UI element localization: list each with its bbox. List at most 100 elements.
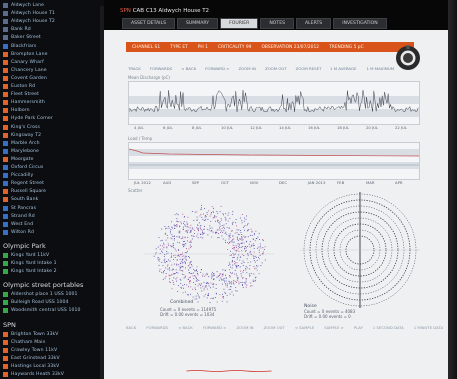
zoom-out-button[interactable]: ZOOM OUT: [265, 66, 287, 71]
scatter-point: [241, 281, 243, 283]
scatter-point: [212, 217, 214, 219]
sidebar-item[interactable]: Woodsmith central USS 1010: [3, 307, 81, 314]
bottom-next-button[interactable]: FORWARD >: [203, 325, 227, 330]
sidebar-item[interactable]: King's Cross: [3, 124, 40, 131]
sidebar-item[interactable]: South Bank: [3, 196, 38, 203]
scatter-point: [159, 270, 161, 272]
sidebar-item[interactable]: Brighton Town 33kV: [3, 331, 59, 338]
scatter-point: [190, 276, 191, 278]
sidebar-item[interactable]: Brompton Lane: [3, 51, 48, 58]
playback-toolbar: BACK FORWARDS < BACK FORWARD > ZOOM IN Z…: [126, 325, 443, 330]
sidebar-item[interactable]: Kings Yard 11kV: [3, 252, 49, 259]
noise-scatter-plot[interactable]: [290, 190, 430, 315]
sidebar-item[interactable]: Chancery Lane: [3, 67, 47, 74]
bottom-zoom-in-button[interactable]: ZOOM IN: [237, 325, 254, 330]
sidebar-item[interactable]: Holborn: [3, 107, 30, 114]
status-swatch-icon: [3, 100, 8, 106]
sidebar-item[interactable]: Hyde Park Corner: [3, 115, 53, 122]
scatter-point: [183, 277, 185, 279]
breadcrumb-mid[interactable]: CAB: [133, 8, 144, 14]
tab-investigation[interactable]: INVESTIGATION: [333, 18, 387, 29]
tab-notes[interactable]: NOTES: [260, 18, 295, 29]
back-button[interactable]: < BACK: [181, 66, 196, 71]
sidebar-item[interactable]: Oxford Circus: [3, 164, 43, 171]
sidebar-item[interactable]: Baker Street: [3, 34, 41, 41]
sidebar-item[interactable]: Bulleigh Road USS 1004: [3, 299, 69, 306]
next-sample-button[interactable]: SAMPLE >: [324, 325, 344, 330]
sidebar-item[interactable]: Wilton Rd: [3, 229, 34, 236]
sidebar-item[interactable]: Blackfriars: [3, 43, 36, 50]
sidebar-item[interactable]: Moorgate: [3, 156, 34, 163]
maximum-toggle[interactable]: 1 M MAXIMUM: [366, 66, 394, 71]
sidebar-item[interactable]: Aldwych Lane: [3, 2, 44, 9]
sidebar-item-label: Hammersmith: [11, 100, 45, 106]
scatter-point: [232, 260, 233, 262]
sidebar-item[interactable]: Haywards Heath 33kV: [3, 371, 64, 378]
average-toggle[interactable]: 1 M AVERAGE: [330, 66, 356, 71]
scatter-point: [167, 243, 169, 245]
bottom-prev-button[interactable]: < BACK: [178, 325, 193, 330]
scatter-point: [253, 251, 255, 253]
sidebar-item[interactable]: Bank Rd: [3, 26, 31, 33]
breadcrumb-num[interactable]: C13: [146, 8, 157, 14]
scatter-point: [233, 280, 235, 282]
scatter-point: [182, 270, 184, 272]
sidebar-item[interactable]: Kingsway T2: [3, 132, 41, 139]
scatter-point: [212, 271, 213, 273]
zoom-reset-button[interactable]: ZOOM RESET: [296, 66, 322, 71]
sidebar-item[interactable]: Marble Arch: [3, 140, 40, 147]
scatter-point: [228, 265, 230, 266]
scatter-point: [167, 252, 169, 254]
tab-summary[interactable]: SUMMARY: [177, 18, 219, 29]
sidebar-item[interactable]: Euston Rd: [3, 83, 35, 90]
sidebar-item[interactable]: Hammersmith: [3, 99, 45, 106]
sidebar-item[interactable]: Regent Street: [3, 180, 44, 187]
zoom-in-button[interactable]: ZOOM IN: [238, 66, 255, 71]
sidebar-item[interactable]: Piccadilly: [3, 172, 33, 179]
sidebar-item[interactable]: Kings Yard Intake 2: [3, 268, 57, 275]
scatter-point: [203, 275, 205, 277]
sidebar-item[interactable]: Marylebone: [3, 148, 39, 155]
tab-asset-details[interactable]: ASSET DETAILS: [122, 18, 176, 29]
sidebar-item[interactable]: East Grinstead 33kV: [3, 355, 60, 362]
sidebar-item[interactable]: West End: [3, 221, 33, 228]
scatter-point: [198, 222, 200, 224]
sidebar-item[interactable]: Aldwych House T1: [3, 10, 55, 17]
bottom-forwards-button[interactable]: FORWARDS: [146, 325, 168, 330]
play-button[interactable]: PLAY: [354, 325, 363, 330]
sidebar-item[interactable]: Aldershot place 1 USS 1001: [3, 291, 78, 298]
sidebar-item[interactable]: Canary Wharf: [3, 59, 44, 66]
bottom-zoom-out-button[interactable]: ZOOM OUT: [264, 325, 285, 330]
sidebar-item[interactable]: Aldwych House T2: [3, 18, 55, 25]
forwards-button[interactable]: FORWARDS: [150, 66, 172, 71]
scatter-point: [243, 270, 244, 271]
scatter-point: [209, 215, 211, 217]
upper-plot[interactable]: [128, 81, 420, 125]
combined-scatter-plot[interactable]: [144, 196, 274, 314]
scatter-point: [211, 230, 212, 232]
tab-fourier[interactable]: FOURIER: [220, 18, 259, 29]
sidebar-item[interactable]: Hastings Local 33kV: [3, 363, 59, 370]
bottom-back-button[interactable]: BACK: [126, 325, 136, 330]
sidebar-item[interactable]: Covent Garden: [3, 75, 47, 82]
sidebar-item[interactable]: Russell Square: [3, 188, 46, 195]
scatter-point: [180, 221, 182, 223]
tab-alerts[interactable]: ALERTS: [296, 18, 332, 29]
scatter-point: [204, 219, 206, 221]
second-data-toggle[interactable]: 1 SECOND DATA: [373, 325, 404, 330]
scatter-point: [246, 241, 247, 243]
sidebar-item[interactable]: St Pancras: [3, 205, 36, 212]
scatter-point: [189, 262, 191, 264]
prev-sample-button[interactable]: < SAMPLE: [295, 325, 315, 330]
scatter-point: [207, 228, 208, 230]
forward-button[interactable]: FORWARD >: [205, 66, 229, 71]
sidebar-item[interactable]: Kings Yard Intake 1: [3, 260, 57, 267]
sidebar-item[interactable]: Fleet Street: [3, 91, 39, 98]
breadcrumb-prefix[interactable]: SPN: [120, 8, 131, 14]
sidebar-item[interactable]: Crawley Town 11kV: [3, 347, 57, 354]
sidebar-item[interactable]: Chatham Main: [3, 339, 46, 346]
sidebar-item[interactable]: Strand Rd: [3, 213, 35, 220]
minute-data-toggle[interactable]: 1 MINUTE DATA: [414, 325, 443, 330]
track-button[interactable]: TRACK: [128, 66, 141, 71]
lower-plot[interactable]: [128, 142, 420, 180]
